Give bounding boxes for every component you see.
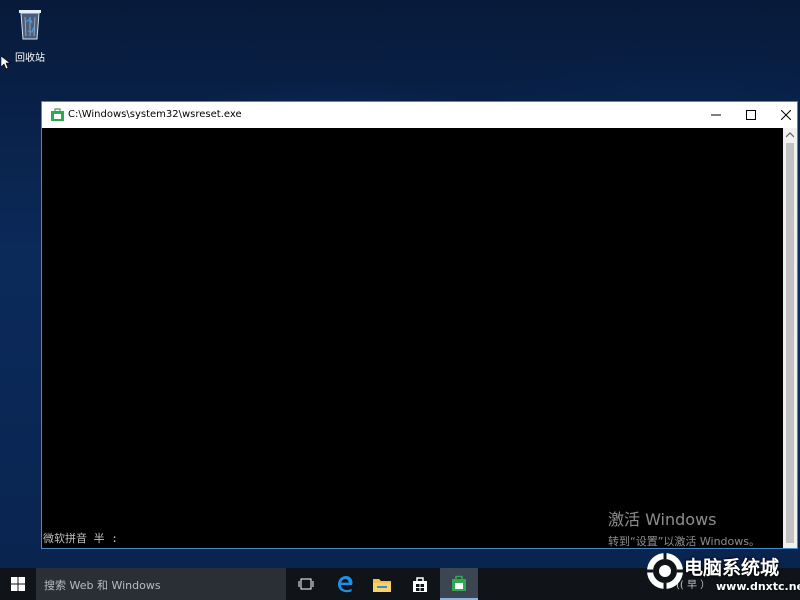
close-icon [781, 110, 791, 120]
active-console-app-button[interactable] [440, 568, 478, 600]
task-view-icon [298, 578, 314, 590]
scrollbar-thumb[interactable] [786, 143, 794, 543]
mouse-cursor-icon [1, 56, 11, 70]
store-button[interactable] [402, 568, 438, 600]
recycle-bin-icon [19, 10, 41, 40]
desktop: 回收站 C:\Windows\system32\wsreset.exe 微软拼音… [0, 0, 800, 568]
console-window[interactable]: C:\Windows\system32\wsreset.exe 微软拼音 半: [41, 101, 798, 549]
console-app-icon [452, 575, 466, 591]
scroll-up-button[interactable] [783, 128, 797, 142]
store-icon [413, 577, 427, 592]
minimize-icon [711, 114, 721, 116]
vertical-scrollbar[interactable] [783, 128, 797, 548]
ime-status-text: 微软拼音 半 : [43, 532, 118, 545]
recycle-bin-label: 回收站 [15, 53, 45, 64]
start-button[interactable] [0, 568, 36, 600]
chevron-up-icon [786, 132, 794, 138]
site-url: www.dnxtc.net [716, 580, 800, 593]
close-button[interactable] [769, 102, 800, 128]
window-title: C:\Windows\system32\wsreset.exe [68, 109, 242, 120]
site-name: 电脑系统城 [684, 557, 780, 579]
windows-start-icon [11, 577, 25, 591]
maximize-icon [746, 110, 756, 120]
activate-title: 激活 Windows [608, 510, 717, 529]
edge-icon [338, 576, 353, 593]
minimize-button[interactable] [699, 102, 733, 128]
edge-button[interactable] [327, 568, 363, 600]
activate-subtitle: 转到“设置”以激活 Windows。 [608, 535, 760, 548]
file-explorer-icon [373, 578, 391, 592]
activate-windows-watermark: 激活 Windows 转到“设置”以激活 Windows。 [608, 506, 760, 549]
file-explorer-button[interactable] [364, 568, 400, 600]
store-app-icon [51, 108, 64, 121]
maximize-button[interactable] [734, 102, 768, 128]
search-placeholder: 搜索 Web 和 Windows [44, 579, 161, 592]
site-logo-icon [647, 553, 683, 589]
recycle-bin-shortcut[interactable]: 回收站 [8, 5, 52, 64]
search-box[interactable]: 搜索 Web 和 Windows [36, 568, 286, 600]
task-view-button[interactable] [288, 568, 324, 600]
window-titlebar[interactable]: C:\Windows\system32\wsreset.exe [42, 102, 797, 128]
